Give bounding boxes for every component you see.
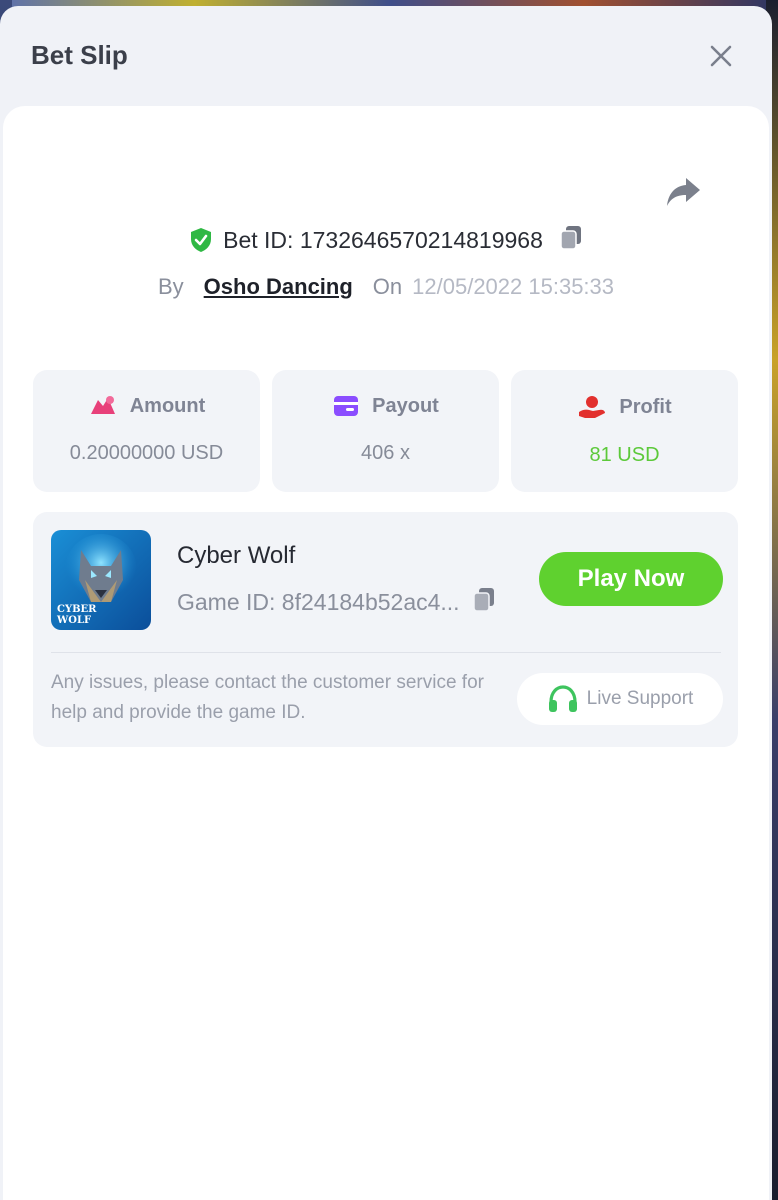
game-id-text: Game ID: 8f24184b52ac4... xyxy=(177,588,460,615)
modal-body: Bet ID: 1732646570214819968 By Osho Danc… xyxy=(3,106,769,1200)
game-id-row: Game ID: 8f24184b52ac4... xyxy=(177,586,496,618)
copy-bet-id-button[interactable] xyxy=(559,224,583,256)
profit-value: 81 USD xyxy=(589,444,660,466)
profit-stat: Profit 81 USD xyxy=(511,370,738,492)
help-text: Any issues, please contact the customer … xyxy=(51,672,484,723)
copy-icon xyxy=(560,226,581,250)
bet-id-row: Bet ID: 1732646570214819968 xyxy=(3,224,769,256)
close-button[interactable] xyxy=(706,41,736,71)
payout-value: 406 x xyxy=(361,442,410,464)
user-link[interactable]: Osho Dancing xyxy=(204,274,353,300)
live-support-button[interactable]: Live Support xyxy=(517,673,723,725)
payout-stat: Payout 406 x xyxy=(272,370,499,492)
on-label: On xyxy=(372,274,403,299)
share-button[interactable] xyxy=(666,176,706,212)
live-support-label: Live Support xyxy=(586,688,694,709)
payout-label: Payout xyxy=(372,394,439,417)
game-thumbnail[interactable]: CYBER WOLF xyxy=(51,530,151,630)
shield-check-icon xyxy=(191,228,212,252)
bet-id-text: Bet ID: 1732646570214819968 xyxy=(223,226,543,253)
amount-value: 0.20000000 USD xyxy=(69,442,224,464)
money-bag-icon xyxy=(90,396,115,414)
amount-stat: Amount 0.20000000 USD xyxy=(33,370,260,492)
amount-label: Amount xyxy=(129,394,206,417)
profit-label: Profit xyxy=(619,395,672,418)
divider xyxy=(51,652,721,653)
close-icon xyxy=(710,45,732,67)
hand-coin-icon xyxy=(579,396,606,418)
game-name: Cyber Wolf xyxy=(177,542,296,569)
headset-icon xyxy=(548,685,577,712)
bet-stats: Amount 0.20000000 USD Payout 406 x Profi… xyxy=(33,370,738,492)
game-card: CYBER WOLF Cyber Wolf Game ID: 8f24184b5… xyxy=(33,512,738,747)
by-label: By xyxy=(157,274,184,299)
bet-date: 12/05/2022 15:35:33 xyxy=(412,274,615,299)
modal-header: Bet Slip xyxy=(0,6,772,106)
modal-title: Bet Slip xyxy=(31,39,128,70)
bet-author-row: By Osho Dancing On 12/05/2022 15:35:33 xyxy=(3,274,769,300)
game-thumb-text: CYBER WOLF xyxy=(57,604,97,626)
copy-game-id-button[interactable] xyxy=(472,586,496,618)
bet-slip-modal: Bet Slip Bet ID: 1732646570214819968 By … xyxy=(0,6,772,1200)
play-now-button[interactable]: Play Now xyxy=(539,552,723,606)
wallet-icon xyxy=(334,396,359,416)
share-icon xyxy=(667,178,700,206)
copy-icon xyxy=(472,588,494,612)
